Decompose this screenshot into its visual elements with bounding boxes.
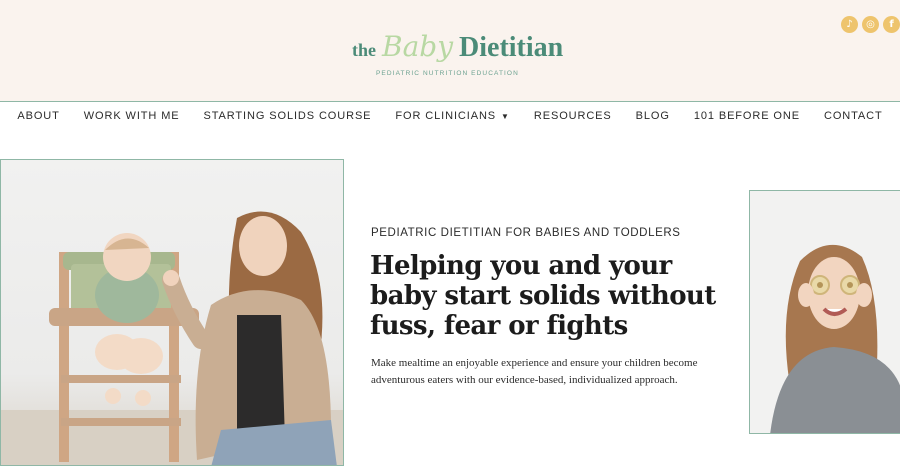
side-photo [749, 190, 900, 434]
instagram-icon[interactable]: ◎ [862, 16, 879, 33]
site-logo[interactable]: the Baby Dietitian [352, 30, 563, 64]
hero-photo [0, 159, 344, 466]
nav-work-with-me[interactable]: WORK WITH ME [72, 103, 192, 129]
logo-the: the [352, 40, 376, 60]
social-links: ♪ ◎ f [841, 16, 900, 33]
hero-description: Make mealtime an enjoyable experience an… [371, 357, 698, 386]
nav-for-clinicians-label: FOR CLINICIANS [395, 110, 497, 122]
nav-for-clinicians[interactable]: FOR CLINICIANS ▼ [383, 103, 521, 129]
nav-blog[interactable]: BLOG [624, 103, 682, 129]
nav-about[interactable]: ABOUT [5, 103, 71, 129]
nav-starting-solids-course[interactable]: STARTING SOLIDS COURSE [192, 103, 384, 129]
nav-resources[interactable]: RESOURCES [522, 103, 624, 129]
tiktok-icon[interactable]: ♪ [841, 16, 858, 33]
site-header: ♪ ◎ f the Baby Dietitian PEDIATRIC NUTRI… [0, 0, 900, 102]
nav-101-before-one[interactable]: 101 BEFORE ONE [682, 103, 812, 129]
hero-headline: Helping you and your baby start solids w… [370, 251, 716, 341]
chevron-down-icon: ▼ [501, 112, 510, 121]
facebook-icon[interactable]: f [883, 16, 900, 33]
logo-tagline: PEDIATRIC NUTRITION EDUCATION [376, 70, 519, 77]
hero-eyebrow: PEDIATRIC DIETITIAN FOR BABIES AND TODDL… [371, 227, 681, 239]
logo-dietitian: Dietitian [459, 32, 564, 63]
main-nav: ABOUT WORK WITH ME STARTING SOLIDS COURS… [0, 103, 900, 129]
logo-baby: Baby [382, 30, 454, 63]
nav-contact[interactable]: CONTACT [812, 103, 895, 129]
